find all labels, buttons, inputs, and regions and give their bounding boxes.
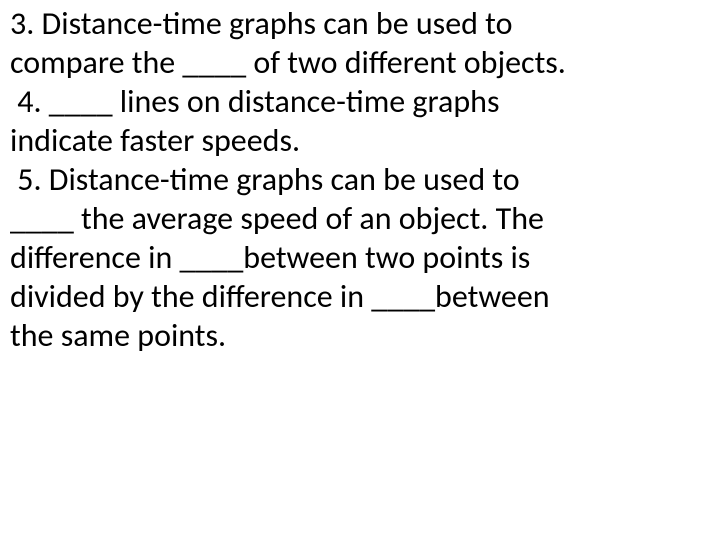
text-line-7: difference in ____between two points is bbox=[10, 238, 712, 277]
text-line-6: ____ the average speed of an object. The bbox=[10, 199, 712, 238]
text-line-8: divided by the difference in ____between bbox=[10, 277, 712, 316]
text-line-3: 4. ____ lines on distance-time graphs bbox=[10, 82, 712, 121]
text-line-1: 3. Distance-time graphs can be used to bbox=[10, 4, 712, 43]
text-line-9: the same points. bbox=[10, 316, 712, 355]
text-line-4: indicate faster speeds. bbox=[10, 121, 712, 160]
text-line-2: compare the ____ of two different object… bbox=[10, 43, 712, 82]
text-line-5: 5. Distance-time graphs can be used to bbox=[10, 160, 712, 199]
worksheet-page: 3. Distance-time graphs can be used to c… bbox=[0, 0, 720, 540]
